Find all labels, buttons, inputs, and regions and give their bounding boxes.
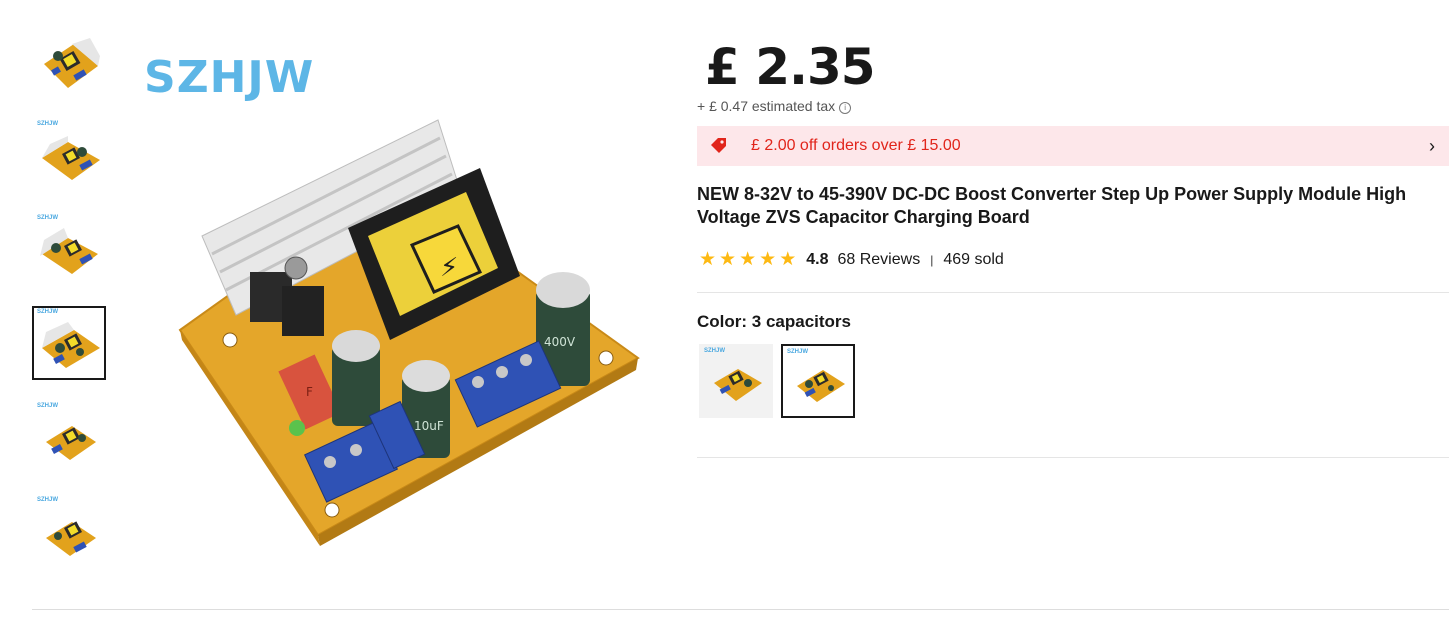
thumbnail-2[interactable]: SZHJW	[32, 118, 106, 192]
swatch-watermark: SZHJW	[704, 348, 725, 354]
coupon-tag-icon	[711, 138, 726, 153]
variant-thumbnail-image	[714, 369, 762, 401]
info-icon[interactable]: i	[839, 102, 852, 114]
rating-row: ★ ★ ★ ★ ★ 4.8 68 Reviews | 469 sold	[699, 249, 1004, 271]
rating-score: 4.8	[806, 251, 829, 268]
divider	[697, 292, 1449, 293]
product-price: £ 2.35	[705, 38, 876, 96]
reviews-link[interactable]: 68 Reviews	[837, 251, 920, 269]
promo-text: £ 2.00 off orders over £ 15.00	[751, 137, 961, 154]
board-thumbnail-image	[42, 322, 100, 368]
thumbnail-watermark: SZHJW	[37, 497, 58, 503]
star-icon: ★	[779, 249, 797, 270]
warning-symbol: ⚡	[440, 253, 458, 283]
product-title: NEW 8-32V to 45-390V DC-DC Boost Convert…	[697, 184, 1407, 227]
thumbnail-1[interactable]	[32, 22, 106, 96]
star-icon: ★	[759, 249, 777, 270]
board-thumbnail-image	[42, 136, 100, 180]
thumbnail-watermark: SZHJW	[37, 121, 58, 127]
thumbnail-watermark: SZHJW	[37, 215, 58, 221]
chevron-right-icon: ›	[1429, 136, 1435, 156]
capacitor-label: 400V	[544, 335, 576, 349]
thumbnail-watermark: SZHJW	[37, 403, 58, 409]
variant-option-2[interactable]: SZHJW	[781, 344, 855, 418]
rating-separator: |	[930, 253, 934, 267]
variant-option-1[interactable]: SZHJW	[699, 344, 773, 418]
thumbnail-6[interactable]: SZHJW	[32, 494, 106, 568]
sold-count: 469 sold	[943, 251, 1004, 268]
board-thumbnail-image	[40, 228, 98, 274]
divider	[697, 457, 1449, 458]
thumbnail-5[interactable]: SZHJW	[32, 400, 106, 474]
star-icon: ★	[719, 249, 737, 270]
swatch-watermark: SZHJW	[787, 349, 808, 355]
capacitor-label: 10uF	[414, 419, 444, 433]
main-product-image[interactable]: SZHJW ⚡ F 10uF 400V	[140, 40, 660, 560]
thumbnail-4[interactable]: SZHJW	[32, 306, 106, 380]
section-divider	[32, 609, 1449, 610]
thumbnail-3[interactable]: SZHJW	[32, 212, 106, 286]
estimated-tax-text: + £ 0.47 estimated tax	[697, 98, 836, 114]
variant-label: Color: 3 capacitors	[697, 312, 851, 331]
capacitor-1	[332, 330, 380, 426]
board-thumbnail-image	[46, 521, 96, 556]
fuse-label: F	[306, 385, 313, 399]
star-icon: ★	[699, 249, 717, 270]
thumbnail-watermark: SZHJW	[37, 309, 58, 315]
promo-banner[interactable]: £ 2.00 off orders over £ 15.00 ›	[697, 126, 1449, 166]
boost-converter-board-image: ⚡ F 10uF 400V	[178, 119, 640, 546]
variant-thumbnail-image	[797, 370, 845, 402]
board-thumbnail-image	[44, 38, 100, 88]
board-thumbnail-image	[46, 426, 96, 460]
star-rating: ★ ★ ★ ★ ★	[699, 250, 796, 270]
estimated-tax: + £ 0.47 estimated tax i	[697, 98, 852, 114]
star-icon: ★	[739, 249, 757, 270]
